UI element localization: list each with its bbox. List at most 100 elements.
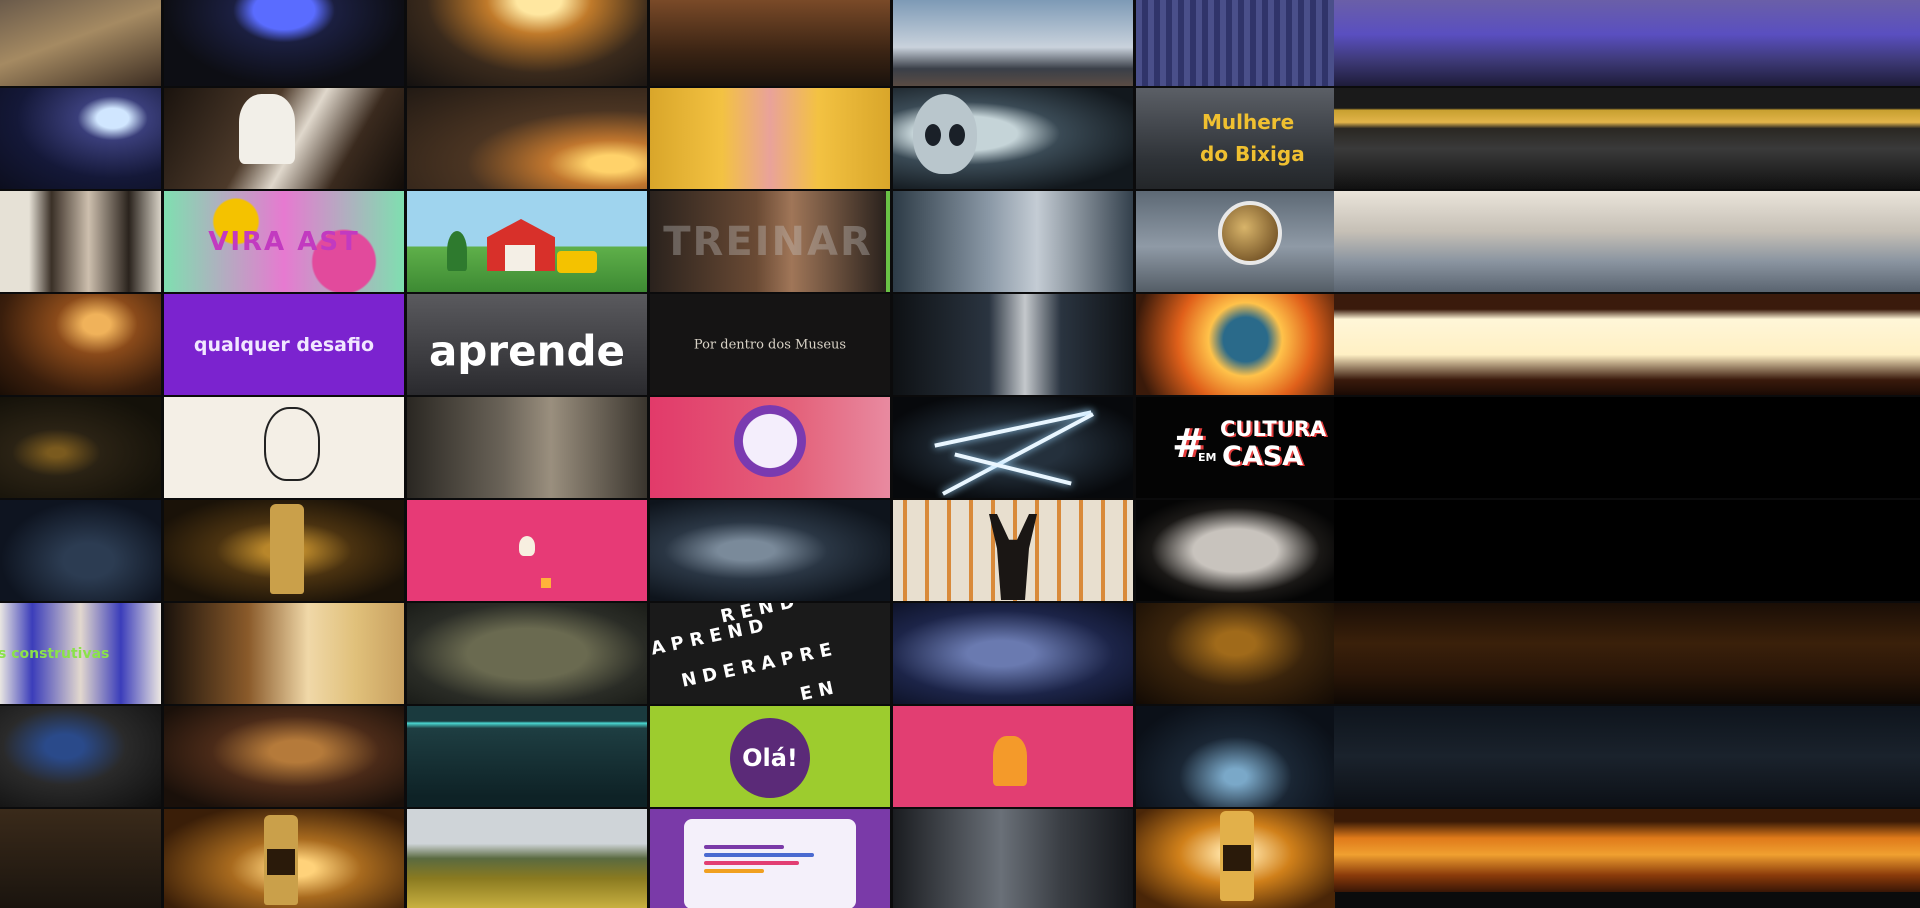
thumb-bottle-spotlight[interactable] [1136,706,1335,807]
thumb-rock-closeup[interactable] [407,603,647,704]
thumb-skydiver[interactable] [893,0,1133,86]
aprende-text: aprende [428,326,626,376]
astronaut-helmet [1218,201,1282,265]
thumb-stage-presenter[interactable] [164,0,404,86]
thumb-qualquer-desafio[interactable]: qualquer desafio [164,294,404,395]
cultura-em: EM [1198,451,1217,464]
aprender-line-2: A P R E N D [650,615,766,660]
thumb-drinking-man[interactable] [893,191,1133,292]
thumbnail-grid: Mulhere do Bixiga VIRA AST TREINAR qualq… [0,0,1335,908]
card-bar [704,869,764,873]
musician-figure [239,94,295,164]
thumb-bottle-astronaut[interactable] [893,294,1133,395]
museus-title: Por dentro dos Museus [693,337,847,352]
cultura-word: CULTURA [1220,417,1327,441]
chart-card [684,819,856,908]
cultura-casa: CASA [1222,441,1304,472]
thumb-plane-cockpit[interactable] [0,191,161,292]
thumb-dancer-pattern[interactable] [893,500,1133,601]
thumb-treinar[interactable]: TREINAR [650,191,890,292]
thumb-astronaut-blue[interactable] [893,603,1133,704]
qualquer-desafio-text: qualquer desafio [193,333,375,356]
thumb-masked-sketch[interactable] [164,397,404,498]
thumb-yellow-fence-city[interactable] [407,809,647,908]
thumb-giraffe[interactable] [0,0,161,86]
thumb-airplane-sunset[interactable] [407,88,647,189]
thumb-flute-player[interactable] [164,88,404,189]
tractor-illustration [557,251,597,273]
treinar-text: TREINAR [663,218,873,265]
thumb-auditorium[interactable] [0,88,161,189]
thumb-blue-crowd[interactable] [0,500,161,601]
thumb-ola[interactable]: Olá! [650,706,890,807]
thumb-smiling-man-collage[interactable] [1136,500,1335,601]
alien-eye [925,124,941,146]
thumb-virada-cultural[interactable]: VIRA AST [164,191,404,292]
laptop-person-illustration [993,736,1027,786]
construtivas-text: s construtivas [0,645,110,662]
thumb-por-dentro-dos-museus[interactable]: Por dentro dos Museus [650,294,890,395]
thumb-bottle-closeup[interactable] [164,809,404,908]
thumb-amber-bottle[interactable] [1136,603,1335,704]
thumb-yellow-alley[interactable] [650,88,890,189]
bottle-label-mark [1223,845,1251,871]
thumb-purple-structure[interactable] [1136,0,1335,86]
thumb-singer-band[interactable] [164,706,404,807]
thumb-pouring-drink[interactable] [0,294,161,395]
thumb-dark-cave[interactable] [0,397,161,498]
thumb-gears-illustration[interactable] [650,397,890,498]
thumb-dim-interior[interactable] [0,809,161,908]
lightbulb-icon [519,536,535,556]
masked-face-drawing [264,407,320,481]
stripe-row-7 [1334,603,1920,704]
tree-illustration [447,231,467,271]
stripe-row-9 [1334,809,1920,892]
stripe-row-3 [1334,191,1920,292]
thumb-cultura-em-casa[interactable]: # CULTURA EM CASA [1136,397,1335,498]
card-bar [704,853,814,857]
thumb-bar-chart-card[interactable] [650,809,890,908]
title-line-2: do Bixiga [1200,142,1305,166]
stripe-row-4 [1334,294,1920,395]
thumb-explosion-helmet[interactable] [1136,294,1335,395]
stripe-row-6 [1334,500,1920,601]
thumb-farm-illustration[interactable] [407,191,647,292]
thumb-robot-portrait[interactable] [893,809,1133,908]
thumb-man-portrait[interactable] [407,397,647,498]
thumb-laptop-illustration[interactable] [893,706,1133,807]
thumb-armor-figure[interactable] [0,706,161,807]
stretched-edge-stripes [1334,0,1920,892]
card-bar [704,861,799,865]
stripe-row-2 [1334,88,1920,189]
orange-square [541,578,551,588]
thumb-orchestra[interactable] [650,0,890,86]
thumb-bald-man-neon[interactable] [407,706,647,807]
alien-eye [949,124,965,146]
thumb-golden-bottle-sparkles[interactable] [164,500,404,601]
thumb-glasses-portrait[interactable] [164,603,404,704]
thumb-mulheres-do-bixiga[interactable]: Mulhere do Bixiga [1136,88,1335,189]
thumb-aprender-typography[interactable]: R E N D A P R E N D N D E R A P R E E N [650,603,890,704]
thumb-neon-bottle[interactable] [893,397,1133,498]
stripe-row-8 [1334,706,1920,807]
thumb-alien[interactable] [893,88,1133,189]
thumb-construtivas[interactable]: s construtivas [0,603,161,704]
virada-logo-text: VIRA AST [208,226,360,257]
thumb-aprende[interactable]: aprende [407,294,647,395]
thumb-helmet-portrait[interactable] [650,500,890,601]
ola-badge: Olá! [730,718,810,798]
gear-globe-illustration [730,405,810,485]
stripe-row-5 [1334,397,1920,498]
dancer-silhouette [989,514,1037,600]
title-line-1: Mulhere [1202,110,1295,134]
stripe-row-1 [1334,0,1920,86]
alien-head [913,94,977,174]
thumb-pink-idea[interactable] [407,500,647,601]
bottle-label-mark [267,849,295,875]
aprender-line-4: E N [798,677,836,704]
thumb-middas-bottle[interactable] [1136,809,1335,908]
thumb-astronaut[interactable] [1136,191,1335,292]
barn-door [505,245,535,271]
bottle-shape [270,504,304,594]
thumb-sunset-landscape[interactable] [407,0,647,86]
